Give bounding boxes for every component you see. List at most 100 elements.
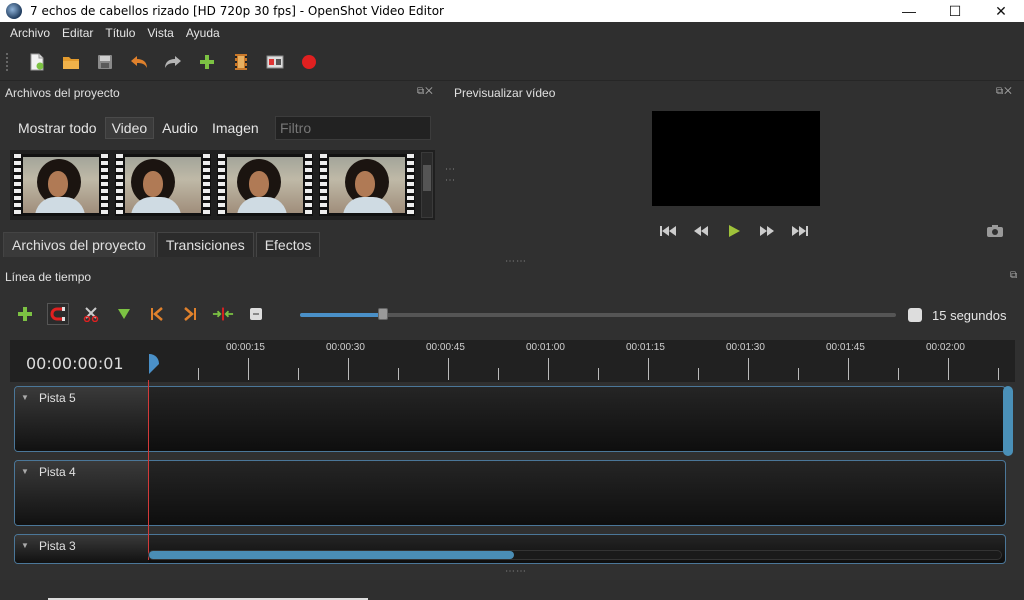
timeline-title: Línea de tiempo — [5, 270, 92, 284]
camera-icon[interactable] — [986, 224, 1004, 238]
ruler-tick — [498, 368, 499, 380]
close-button[interactable]: ✕ — [978, 0, 1024, 22]
jump-start-icon[interactable] — [660, 223, 676, 239]
video-thumbnail[interactable] — [115, 154, 211, 216]
add-track-icon[interactable] — [14, 303, 36, 325]
tab-transitions[interactable]: Transiciones — [156, 232, 254, 257]
menu-bar: Archivo Editar Título Vista Ayuda — [0, 22, 1024, 43]
zoom-scale-label: 15 segundos — [932, 308, 1007, 323]
title-bar: 7 echos de cabellos rizado [HD 720p 30 f… — [0, 0, 1024, 22]
ruler-tick — [298, 368, 299, 380]
jump-end-icon[interactable] — [792, 223, 808, 239]
track-collapse-icon[interactable]: ▼ — [21, 541, 29, 550]
preview-float-buttons[interactable]: ⧉✕ — [996, 86, 1013, 97]
fast-forward-icon[interactable] — [759, 223, 775, 239]
timeline-horizontal-scrollbar[interactable] — [148, 550, 1002, 560]
toolbar-grip[interactable] — [6, 52, 12, 71]
track-collapse-icon[interactable]: ▼ — [21, 467, 29, 476]
ruler-tick — [648, 358, 649, 380]
track-header[interactable]: ▼ Pista 4 — [15, 461, 149, 525]
video-thumbnail[interactable] — [319, 154, 415, 216]
timeline-ruler[interactable]: 00:00:00:01 00:00:15 00:00:30 00:00:45 00:0… — [10, 340, 1015, 382]
ruler-tick-label: 00:01:00 — [526, 342, 565, 353]
ruler-tick — [548, 358, 549, 380]
ruler-tick-label: 00:00:15 — [226, 342, 265, 353]
filter-show-all[interactable]: Mostrar todo — [12, 118, 103, 138]
ruler-tick — [748, 358, 749, 380]
track-row[interactable]: ▼ Pista 4 — [14, 460, 1006, 526]
fullscreen-icon[interactable] — [266, 53, 284, 71]
ruler-tick-label: 00:01:45 — [826, 342, 865, 353]
zoom-slider-handle[interactable] — [378, 308, 389, 320]
ruler-tick — [348, 358, 349, 380]
menu-archivo[interactable]: Archivo — [6, 26, 58, 40]
preview-title: Previsualizar vídeo — [454, 86, 556, 100]
timeline-float-button[interactable]: ⧉ — [1010, 270, 1018, 281]
filter-video[interactable]: Video — [104, 117, 155, 139]
ruler-tick-label: 00:00:45 — [426, 342, 465, 353]
ruler-tick — [398, 368, 399, 380]
ruler-tick — [998, 368, 999, 380]
track-header[interactable]: ▼ Pista 5 — [15, 387, 149, 451]
open-project-icon[interactable] — [62, 53, 80, 71]
ruler-tick — [898, 368, 899, 380]
ruler-tick — [198, 368, 199, 380]
minimize-button[interactable]: — — [886, 0, 932, 22]
next-marker-icon[interactable] — [179, 303, 201, 325]
record-icon[interactable] — [300, 53, 318, 71]
menu-titulo[interactable]: Título — [101, 26, 143, 40]
project-files-scrollbar[interactable] — [421, 152, 433, 218]
project-files-float-buttons[interactable]: ⧉✕ — [417, 86, 434, 97]
openshot-window: 7 echos de cabellos rizado [HD 720p 30 f… — [0, 0, 1024, 600]
maximize-button[interactable]: ☐ — [932, 0, 978, 22]
filter-input[interactable]: Filtro — [275, 116, 431, 140]
filter-image[interactable]: Imagen — [206, 118, 265, 138]
menu-vista[interactable]: Vista — [143, 26, 181, 40]
ruler-tick — [948, 358, 949, 380]
center-playhead-icon[interactable] — [212, 303, 234, 325]
undo-icon[interactable] — [130, 53, 148, 71]
video-thumbnail[interactable] — [13, 154, 109, 216]
zoom-slider[interactable] — [300, 308, 896, 320]
ruler-tick-label: 00:02:00 — [926, 342, 965, 353]
ruler-tick — [598, 368, 599, 380]
redo-icon[interactable] — [164, 53, 182, 71]
ruler-tick — [248, 358, 249, 380]
track-header[interactable]: ▼ Pista 3 — [15, 535, 149, 563]
snapping-icon[interactable] — [47, 303, 69, 325]
file-filter-tabs: Mostrar todo Video Audio Imagen — [12, 116, 267, 140]
playhead-handle-icon[interactable] — [148, 352, 160, 376]
menu-editar[interactable]: Editar — [58, 26, 101, 40]
menu-ayuda[interactable]: Ayuda — [182, 26, 228, 40]
filter-audio[interactable]: Audio — [156, 118, 204, 138]
window-title: 7 echos de cabellos rizado [HD 720p 30 f… — [30, 4, 444, 18]
razor-icon[interactable] — [80, 303, 102, 325]
previous-marker-icon[interactable] — [146, 303, 168, 325]
play-icon[interactable] — [726, 223, 742, 239]
add-marker-icon[interactable] — [113, 303, 135, 325]
zoom-in-icon[interactable] — [908, 308, 922, 322]
timeline-toolbar — [14, 302, 278, 326]
project-bottom-tabs: Archivos del proyecto Transiciones Efect… — [3, 232, 322, 257]
import-files-icon[interactable] — [198, 53, 216, 71]
bottom-splitter[interactable]: ⋯⋯ — [505, 566, 527, 577]
rewind-icon[interactable] — [693, 223, 709, 239]
main-toolbar — [0, 43, 1024, 81]
save-project-icon[interactable] — [96, 53, 114, 71]
project-files-title: Archivos del proyecto — [5, 86, 120, 100]
track-collapse-icon[interactable]: ▼ — [21, 393, 29, 402]
zoom-out-icon[interactable] — [245, 303, 267, 325]
playhead-line — [148, 380, 149, 560]
panel-splitter-vertical[interactable]: ⋮⋮ — [444, 164, 455, 186]
panel-splitter-horizontal[interactable]: ⋯⋯ — [505, 256, 527, 267]
timeline-vertical-scrollbar[interactable] — [1003, 386, 1013, 456]
track-row[interactable]: ▼ Pista 5 — [14, 386, 1006, 452]
project-files-list — [10, 150, 435, 220]
video-thumbnail[interactable] — [217, 154, 313, 216]
new-project-icon[interactable] — [28, 53, 46, 71]
tab-project-files[interactable]: Archivos del proyecto — [3, 232, 155, 257]
tab-effects[interactable]: Efectos — [255, 232, 321, 257]
profile-icon[interactable] — [232, 53, 250, 71]
track-name: Pista 4 — [39, 465, 76, 479]
ruler-tick-label: 00:00:30 — [326, 342, 365, 353]
